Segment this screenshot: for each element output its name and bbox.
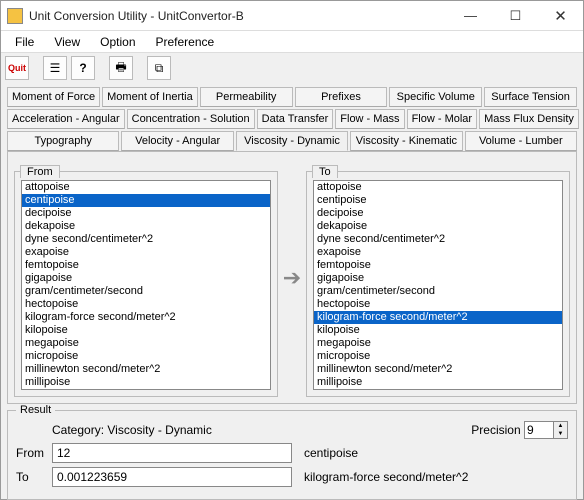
to-group-label: To [312,165,338,178]
result-from-label: From [16,446,46,460]
menu-option[interactable]: Option [90,33,145,51]
tab[interactable]: Flow - Molar [407,109,478,129]
list-item[interactable]: femtopoise [22,259,270,272]
toolbar: Quit ☰ ? 🖶 ⧉ [1,53,583,83]
tab[interactable]: Volume - Lumber [465,131,577,151]
window-title: Unit Conversion Utility - UnitConvertor-… [29,9,448,23]
options-icon[interactable]: ☰ [43,56,67,80]
tab[interactable]: Velocity - Angular [121,131,233,151]
from-group-label: From [20,165,60,178]
result-from-unit: centipoise [304,446,358,460]
tab[interactable]: Viscosity - Dynamic [236,131,348,151]
list-item[interactable]: centipoise [22,194,270,207]
list-item[interactable]: megapoise [314,337,562,350]
precision-input[interactable] [524,421,554,439]
precision-label: Precision [471,423,520,437]
result-legend: Result [16,404,55,416]
list-item[interactable]: millipoise [314,376,562,389]
tab[interactable]: Viscosity - Kinematic [350,131,462,151]
list-item[interactable]: decipoise [314,207,562,220]
list-item[interactable]: kilogram-force second/meter^2 [22,311,270,324]
tab[interactable]: Moment of Force [7,87,100,107]
tab[interactable]: Flow - Mass [335,109,404,129]
tab[interactable]: Acceleration - Angular [7,109,125,129]
result-to-input[interactable] [52,467,292,487]
list-item[interactable]: dekapoise [22,220,270,233]
list-item[interactable]: micropoise [314,350,562,363]
list-item[interactable]: femtopoise [314,259,562,272]
result-to-unit: kilogram-force second/meter^2 [304,470,468,484]
result-frame: Result Category: Viscosity - Dynamic Pre… [7,410,577,500]
list-item[interactable]: nanopoise [22,389,270,390]
list-item[interactable]: gigapoise [314,272,562,285]
tab[interactable]: Mass Flux Density [479,109,579,129]
tab[interactable]: Permeability [200,87,293,107]
list-item[interactable]: dyne second/centimeter^2 [314,233,562,246]
list-item[interactable]: millipoise [22,376,270,389]
menu-view[interactable]: View [44,33,90,51]
tab[interactable]: Typography [7,131,119,151]
maximize-button[interactable]: ☐ [493,2,538,30]
minimize-button[interactable]: — [448,2,493,30]
list-item[interactable]: attopoise [22,181,270,194]
from-listbox[interactable]: attopoisecentipoisedecipoisedekapoisedyn… [21,180,271,390]
tab[interactable]: Surface Tension [484,87,577,107]
list-item[interactable]: nanopoise [314,389,562,390]
list-item[interactable]: dyne second/centimeter^2 [22,233,270,246]
tab-rows: Moment of ForceMoment of InertiaPermeabi… [1,83,583,151]
to-listbox[interactable]: attopoisecentipoisedecipoisedekapoisedyn… [313,180,563,390]
app-icon [7,8,23,24]
menu-preference[interactable]: Preference [146,33,225,51]
list-item[interactable]: gram/centimeter/second [22,285,270,298]
list-item[interactable]: millinewton second/meter^2 [22,363,270,376]
list-item[interactable]: centipoise [314,194,562,207]
close-button[interactable]: ✕ [538,2,583,30]
list-item[interactable]: megapoise [22,337,270,350]
precision-spinner[interactable]: ▲▼ [554,421,568,439]
category-label: Category: [52,423,104,437]
tab-pane: From attopoisecentipoisedecipoisedekapoi… [7,151,577,404]
list-item[interactable]: hectopoise [314,298,562,311]
copy-icon[interactable]: ⧉ [147,56,171,80]
result-to-label: To [16,470,46,484]
category-value: Viscosity - Dynamic [107,423,211,437]
tab[interactable]: Prefixes [295,87,388,107]
tab[interactable]: Moment of Inertia [102,87,198,107]
titlebar: Unit Conversion Utility - UnitConvertor-… [1,1,583,31]
list-item[interactable]: kilogram-force second/meter^2 [314,311,562,324]
list-item[interactable]: exapoise [314,246,562,259]
quit-button[interactable]: Quit [5,56,29,80]
result-from-input[interactable] [52,443,292,463]
list-item[interactable]: kilopoise [22,324,270,337]
tab[interactable]: Specific Volume [389,87,482,107]
list-item[interactable]: kilopoise [314,324,562,337]
list-item[interactable]: gram/centimeter/second [314,285,562,298]
tab[interactable]: Concentration - Solution [127,109,255,129]
list-item[interactable]: micropoise [22,350,270,363]
arrow-right-icon: ➔ [283,265,301,291]
list-item[interactable]: millinewton second/meter^2 [314,363,562,376]
list-item[interactable]: attopoise [314,181,562,194]
menubar: File View Option Preference [1,31,583,53]
list-item[interactable]: exapoise [22,246,270,259]
list-item[interactable]: gigapoise [22,272,270,285]
help-icon[interactable]: ? [71,56,95,80]
tab[interactable]: Data Transfer [257,109,334,129]
print-icon[interactable]: 🖶 [109,56,133,80]
list-item[interactable]: decipoise [22,207,270,220]
list-item[interactable]: hectopoise [22,298,270,311]
list-item[interactable]: dekapoise [314,220,562,233]
menu-file[interactable]: File [5,33,44,51]
